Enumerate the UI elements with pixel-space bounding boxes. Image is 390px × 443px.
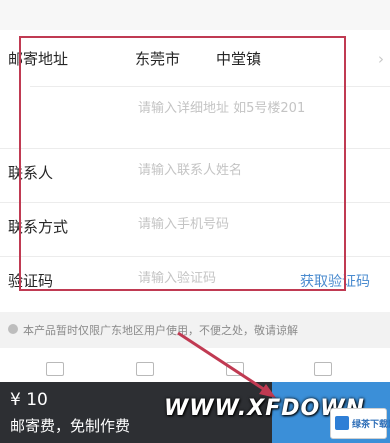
badge-text: 绿茶下载网 <box>352 420 390 430</box>
info-icon <box>8 324 18 334</box>
price-text: ¥ 10 <box>10 390 48 410</box>
chevron-right-icon: › <box>378 50 384 68</box>
notice-text: 本产品暂时仅限广东地区用户使用，不便之处，敬请谅解 <box>23 324 298 337</box>
top-strip <box>0 0 390 30</box>
site-badge: 绿茶下载网 <box>330 408 390 439</box>
package-icon[interactable] <box>226 362 244 376</box>
tab-bar <box>0 348 390 382</box>
notice-bar: 本产品暂时仅限广东地区用户使用，不便之处，敬请谅解 <box>0 312 390 348</box>
user-icon[interactable] <box>314 362 332 376</box>
mail-icon[interactable] <box>136 362 154 376</box>
highlight-box <box>19 36 346 291</box>
document-icon[interactable] <box>46 362 64 376</box>
fee-note: 邮寄费，免制作费 <box>10 417 131 435</box>
logo-icon <box>335 416 349 430</box>
